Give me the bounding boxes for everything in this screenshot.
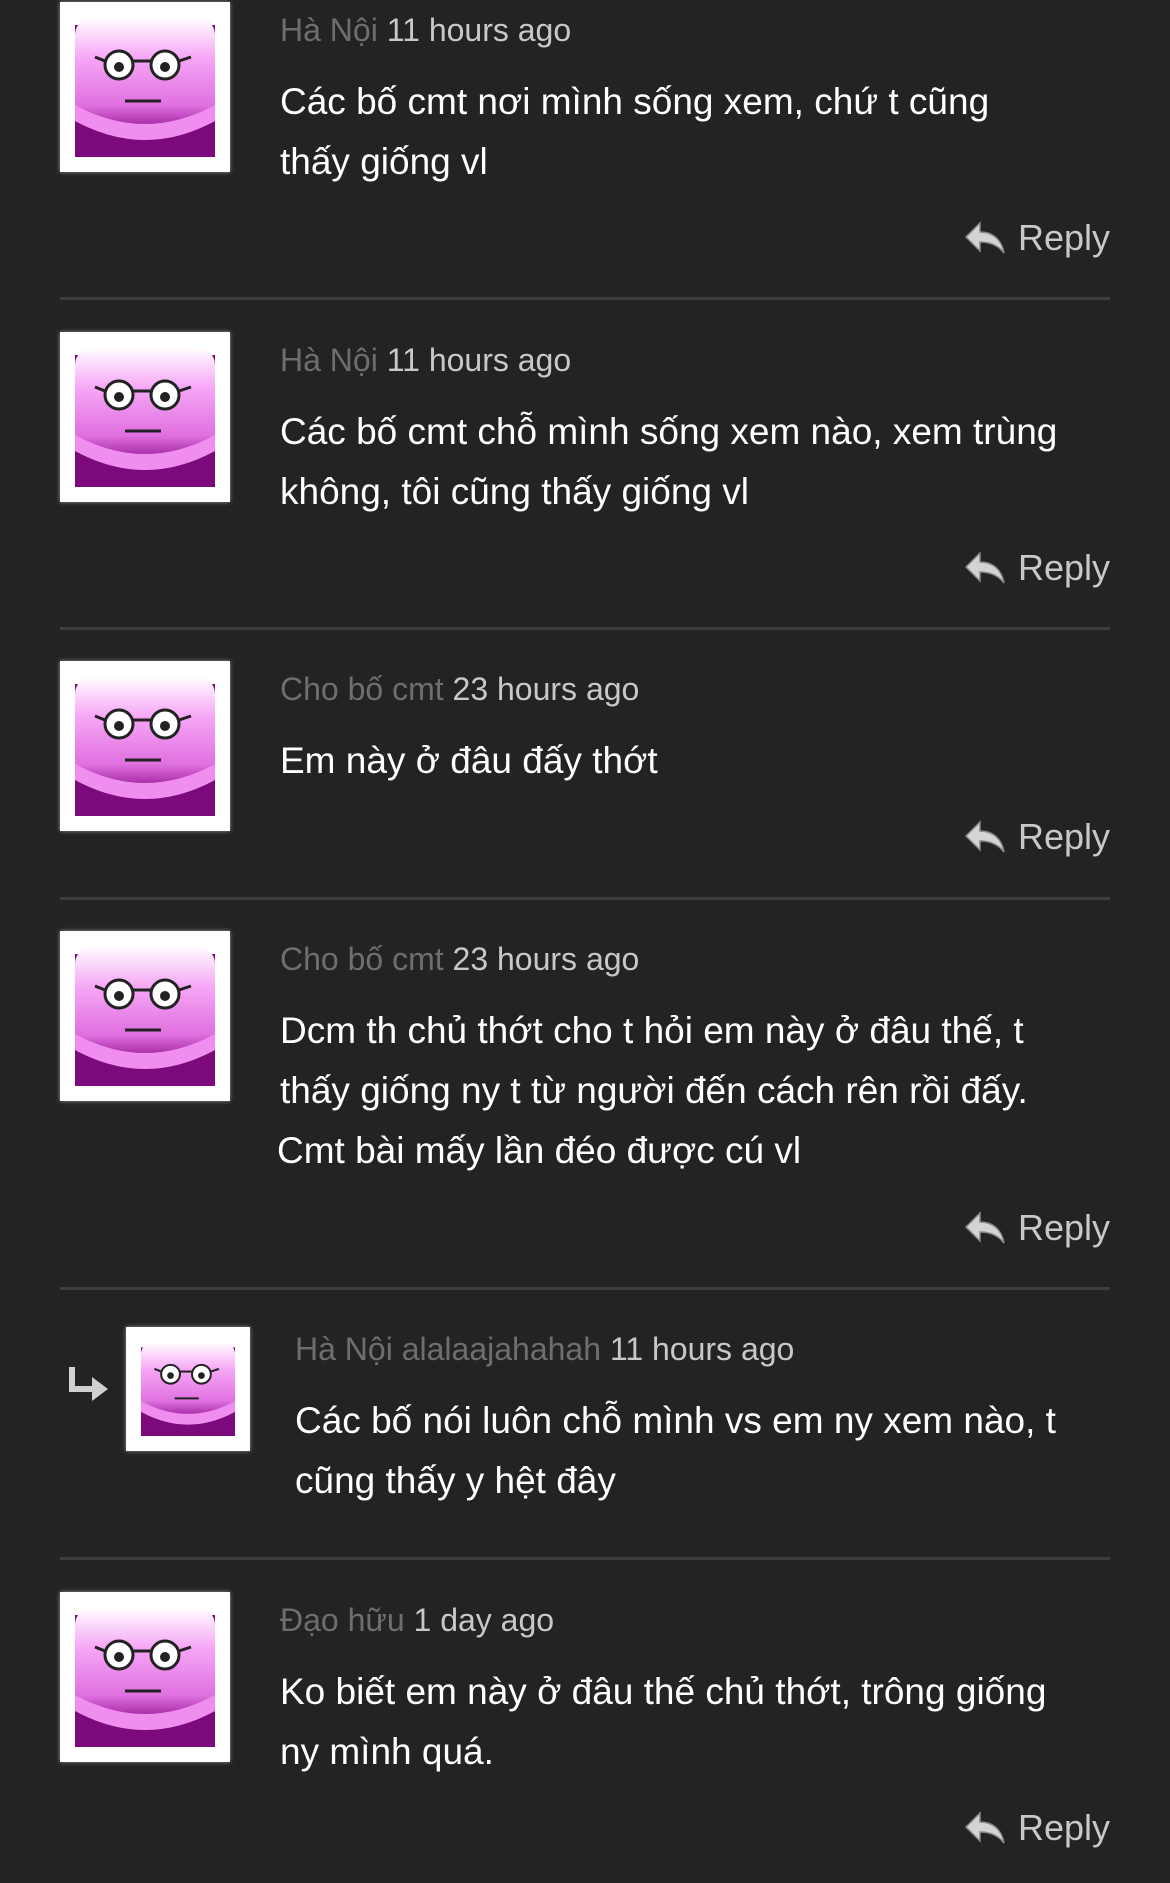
comment-time: 23 hours ago: [452, 941, 640, 977]
avatar-face-icon: [75, 17, 215, 157]
comment-time: 23 hours ago: [452, 671, 640, 707]
avatar[interactable]: [126, 1327, 250, 1451]
avatar[interactable]: [60, 332, 230, 502]
reply-button[interactable]: Reply: [964, 1804, 1110, 1852]
comment-author[interactable]: Cho bố cmt: [280, 941, 444, 977]
comment: Cho bố cmt 23 hours ago Dcm th chủ thớt …: [60, 931, 1110, 1251]
reply-icon: [965, 1212, 1005, 1244]
avatar[interactable]: [60, 1592, 230, 1762]
comment-text-line: Các bố cmt chỗ mình sống xem nào, xem tr…: [280, 411, 1058, 452]
avatar[interactable]: [60, 931, 230, 1101]
comment: Hà Nội 11 hours ago Các bố cmt chỗ mình …: [60, 332, 1110, 592]
comment-author[interactable]: Hà Nội alalaajahahah: [295, 1331, 601, 1367]
comment-text-line: Cmt bài mấy lần đéo được cú vl: [277, 1130, 802, 1171]
reply-button[interactable]: Reply: [964, 1204, 1110, 1252]
reply-icon: [965, 1812, 1005, 1844]
comment: Cho bố cmt 23 hours ago Em này ở đâu đấy…: [60, 661, 1110, 861]
avatar-face-icon: [75, 1607, 215, 1747]
divider: [60, 1287, 1110, 1290]
comment-time: 1 day ago: [413, 1602, 555, 1638]
divider: [60, 627, 1110, 630]
reply-label: Reply: [1017, 547, 1110, 588]
comment-text-line: ny mình quá.: [280, 1731, 494, 1772]
comment-text-line: cũng thấy y hệt đây: [295, 1460, 616, 1501]
reply-button[interactable]: Reply: [964, 544, 1110, 592]
comment-text-line: Em này ở đâu đấy thớt: [280, 740, 658, 781]
comment-time: 11 hours ago: [609, 1331, 795, 1367]
avatar-face-icon: [75, 347, 215, 487]
comment: Đạo hữu 1 day ago Ko biết em này ở đâu t…: [60, 1592, 1110, 1883]
avatar-face-icon: [75, 946, 215, 1086]
comment-text-line: Dcm th chủ thớt cho t hỏi em này ở đâu t…: [280, 1010, 1024, 1051]
avatar[interactable]: [60, 2, 230, 172]
comment-time: 11 hours ago: [386, 12, 572, 48]
comment-text-line: không, tôi cũng thấy giống vl: [280, 471, 749, 512]
avatar-face-icon: [141, 1342, 235, 1436]
reply-button[interactable]: Reply: [964, 214, 1110, 262]
comment-text-line: thấy giống ny t từ người đến cách rên rồ…: [280, 1070, 1028, 1111]
divider: [60, 897, 1110, 900]
reply-label: Reply: [1017, 816, 1110, 857]
divider: [60, 1557, 1110, 1560]
comment-text-line: Các bố cmt nơi mình sống xem, chứ t cũng: [280, 81, 990, 122]
reply-label: Reply: [1017, 1807, 1110, 1848]
reply-label: Reply: [1017, 217, 1110, 258]
comment-author[interactable]: Hà Nội: [280, 12, 378, 48]
comment-time: 11 hours ago: [386, 342, 572, 378]
divider: [60, 297, 1110, 300]
comment-text-line: thấy giống vl: [280, 141, 488, 182]
nested-reply-arrow-icon: [69, 1367, 108, 1401]
comment-author[interactable]: Đạo hữu: [280, 1602, 405, 1638]
reply-icon: [965, 821, 1005, 853]
avatar[interactable]: [60, 661, 230, 831]
reply-button[interactable]: Reply: [964, 813, 1110, 861]
reply-icon: [965, 552, 1005, 584]
comment: Hà Nội 11 hours ago Các bố cmt nơi mình …: [60, 2, 1110, 262]
comment-author[interactable]: Cho bố cmt: [280, 671, 444, 707]
reply-label: Reply: [1017, 1207, 1110, 1248]
reply-icon: [965, 222, 1005, 254]
comment-text-line: Ko biết em này ở đâu thế chủ thớt, trông…: [280, 1671, 1047, 1712]
comment-list: Hà Nội 11 hours ago Các bố cmt nơi mình …: [0, 0, 1170, 1883]
comment-author[interactable]: Hà Nội: [280, 342, 378, 378]
comment-text-line: Các bố nói luôn chỗ mình vs em ny xem nà…: [295, 1400, 1056, 1441]
nested-comment: Hà Nội alalaajahahah 11 hours ago Các bố…: [60, 1327, 1110, 1527]
avatar-face-icon: [75, 676, 215, 816]
